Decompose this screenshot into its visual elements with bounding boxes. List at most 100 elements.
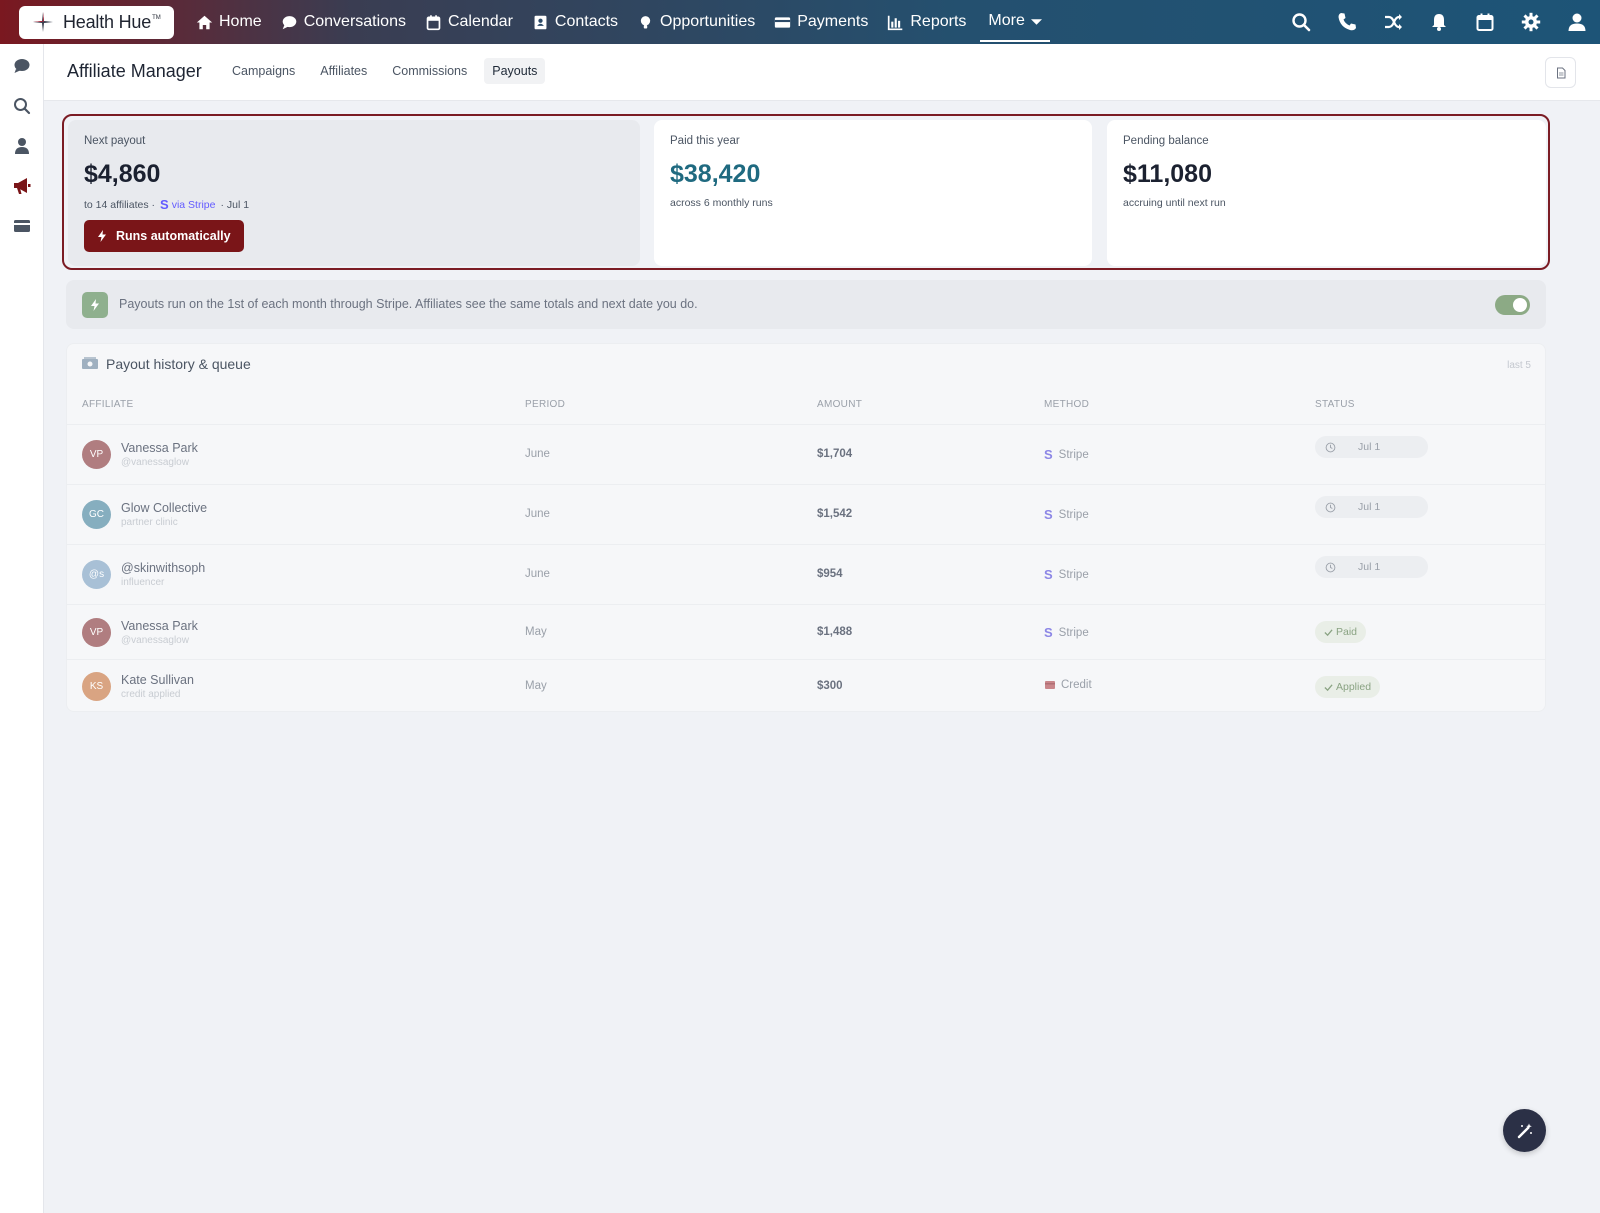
period: May [525,626,547,638]
affiliate-handle: @vanessaglow [121,457,189,468]
paid-year-label: Paid this year [670,135,740,147]
pending-balance-card: Pending balance $11,080 accruing until n… [1107,120,1546,266]
lightbulb-icon [640,15,651,28]
next-payout-details: to 14 affiliates · S via Stripe · Jul 1 [84,197,249,212]
document-icon [1556,67,1565,78]
nav-payments[interactable]: Payments [767,0,880,44]
affiliate-handle: @vanessaglow [121,635,189,646]
tab-campaigns[interactable]: Campaigns [224,58,303,84]
col-method[interactable]: METHOD [1044,399,1089,410]
status-badge: Paid [1315,621,1367,643]
nav-conversations-label: Conversations [303,13,406,30]
next-payout-method: via Stripe [171,198,216,211]
nav-calendar-shortcut[interactable] [1462,12,1508,32]
affiliate-handle: partner clinic [121,517,178,528]
nav-conversations[interactable]: Conversations [274,0,418,44]
auto-payout-toggle[interactable] [1495,295,1530,315]
nav-contacts-label: Contacts [554,13,619,30]
nav-home[interactable]: Home [189,0,274,44]
magic-wand-button[interactable] [1503,1109,1546,1152]
money-icon [82,357,98,369]
payout-history-table: Payout history & queue last 5 AFFILIATE … [66,343,1546,712]
tab-affiliates[interactable]: Affiliates [312,58,375,84]
nav-phone[interactable] [1324,12,1370,32]
calendar-icon [426,14,441,30]
stripe-icon: S [1044,567,1053,582]
nav-calendar[interactable]: Calendar [418,0,525,44]
paid-year-value: $38,420 [670,160,761,188]
status-badge: Jul 1 [1315,436,1428,458]
logo-mark-icon [33,12,53,32]
period: June [525,448,550,460]
status-label: Jul 1 [1358,561,1381,573]
chat-icon[interactable] [12,56,32,76]
gear-icon [1521,12,1541,32]
contact-card-icon [534,15,547,29]
tab-commissions[interactable]: Commissions [384,58,475,84]
next-payout-card: Next payout $4,860 to 14 affiliates · S … [68,120,640,266]
next-payout-value: $4,860 [84,160,161,188]
status-badge: Jul 1 [1315,496,1428,518]
next-payout-recipients: to 14 affiliates · [84,198,156,211]
shuffle-icon [1385,14,1402,30]
method-label: Stripe [1058,448,1089,461]
bolt-icon [82,292,108,318]
col-status[interactable]: STATUS [1315,399,1355,410]
calendar-icon [1476,13,1494,31]
document-button[interactable] [1545,57,1576,88]
tab-payouts[interactable]: Payouts [484,58,546,84]
clock-icon [1325,442,1336,452]
stripe-icon: S [1044,625,1053,640]
card-icon[interactable] [12,216,32,236]
table-row[interactable]: @s @skinwithsoph influencer June $954 SS… [67,544,1545,604]
table-title: Payout history & queue [81,355,251,373]
method-label: Stripe [1058,568,1089,581]
user-icon[interactable] [12,136,32,156]
affiliate-name: Glow Collective [121,501,208,515]
brand-logo[interactable]: Health Hue TM [19,5,174,39]
amount: $1,542 [817,508,853,520]
nav-contacts[interactable]: Contacts [525,0,630,44]
method: S Stripe [1044,567,1089,582]
period: June [525,568,550,580]
nav-notifications[interactable] [1416,12,1462,32]
megaphone-icon[interactable] [12,176,32,196]
amount: $954 [817,568,843,580]
clock-icon [1325,562,1336,572]
table-row[interactable]: VP Vanessa Park @vanessaglow June $1,704… [67,424,1545,484]
affiliate-name: Kate Sullivan [121,673,194,687]
nav-more-dropdown[interactable]: More [980,2,1050,42]
runs-automatically-button[interactable]: Runs automatically [84,220,244,252]
table-row[interactable]: VP Vanessa Park @vanessaglow May $1,488 … [67,604,1545,659]
avatar: @s [82,560,111,589]
tab-bar: Campaigns Affiliates Commissions Payouts [224,58,554,84]
stripe-icon: S [160,197,169,212]
search-icon[interactable] [12,96,32,116]
nav-profile[interactable] [1554,12,1600,32]
col-period[interactable]: PERIOD [525,399,565,410]
stripe-icon: S [1044,447,1053,462]
col-affiliate[interactable]: AFFILIATE [82,399,133,410]
phone-icon [1338,13,1356,31]
nav-reports[interactable]: Reports [880,0,978,44]
bolt-icon [98,230,106,242]
nav-opportunities[interactable]: Opportunities [630,0,767,44]
affiliate-name: @skinwithsoph [121,561,206,575]
nav-search[interactable] [1278,12,1324,32]
home-icon [196,15,213,29]
nav-shuffle[interactable] [1370,12,1416,32]
method-label: Credit [1061,679,1092,691]
status-badge: Applied [1315,676,1381,698]
pending-sub: accruing until next run [1123,197,1226,209]
brand-trademark: TM [152,14,161,21]
avatar: KS [82,672,111,701]
status-label: Jul 1 [1358,441,1381,453]
nav-settings[interactable] [1508,12,1554,32]
method: S Stripe [1044,507,1089,522]
paid-this-year-card: Paid this year $38,420 across 6 monthly … [654,120,1092,266]
next-payout-label: Next payout [84,135,146,147]
col-amount[interactable]: AMOUNT [817,399,862,410]
table-row[interactable]: KS Kate Sullivan credit applied May $300… [67,659,1545,712]
auto-payout-text: Payouts run on the 1st of each month thr… [119,297,698,311]
table-row[interactable]: GC Glow Collective partner clinic June $… [67,484,1545,544]
